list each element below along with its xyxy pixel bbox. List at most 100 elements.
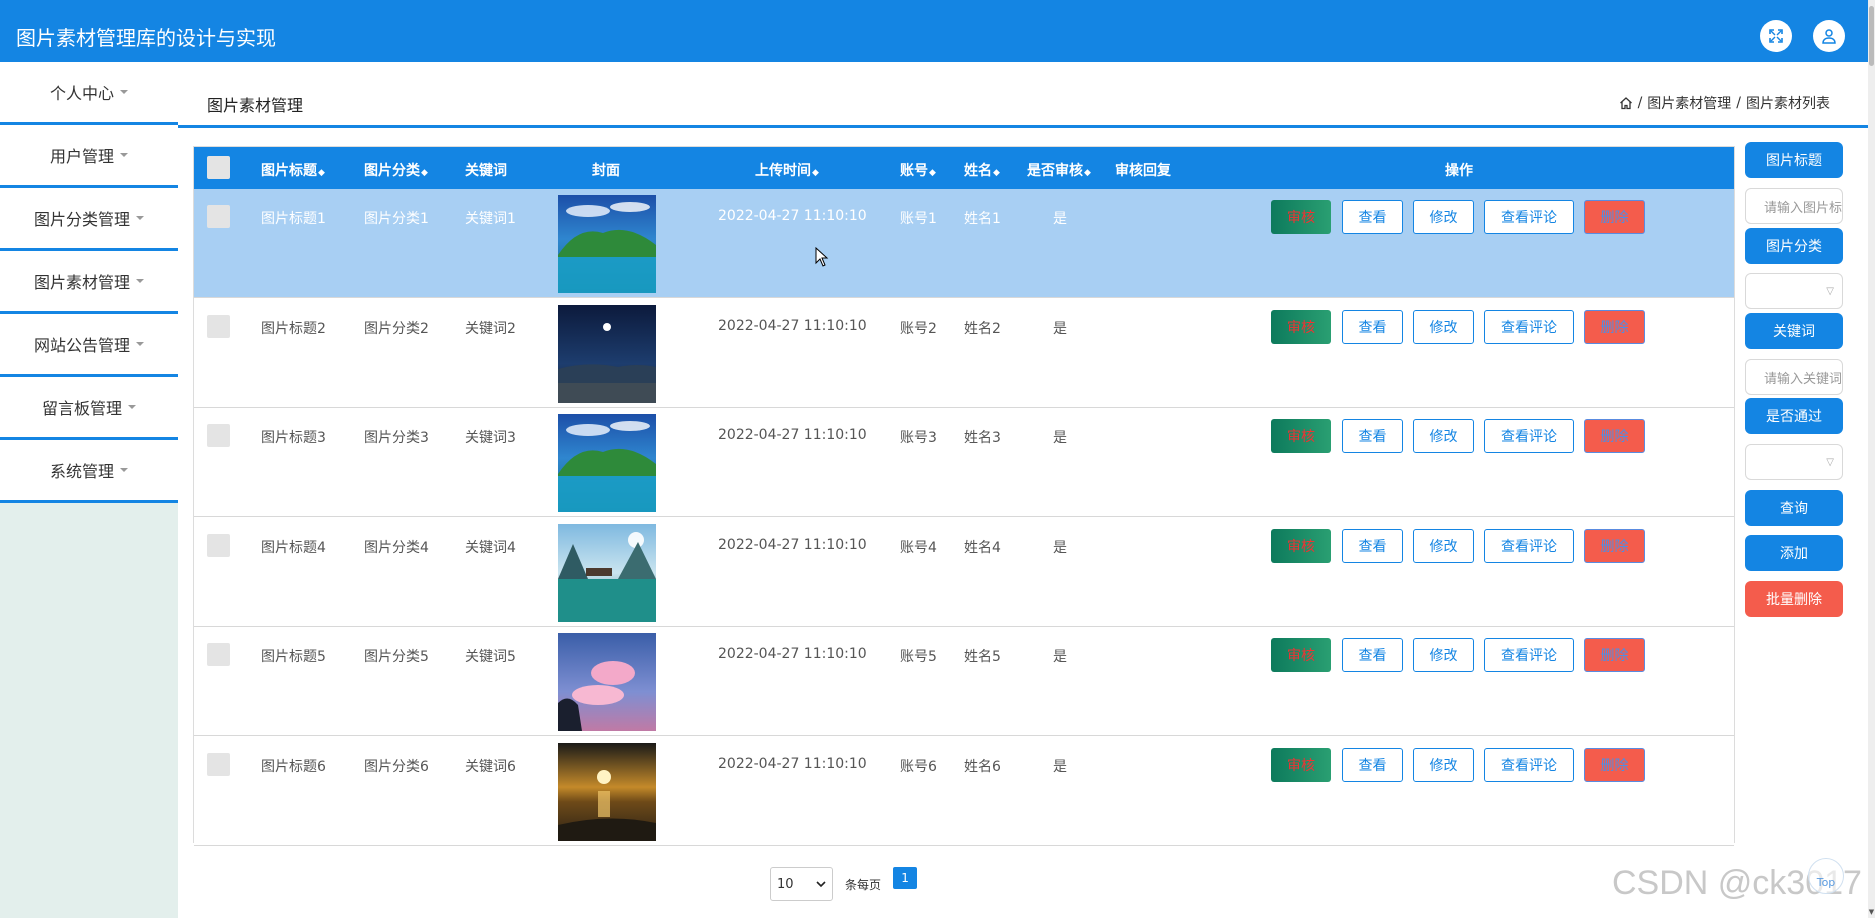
sort-icon: ◆ (1084, 168, 1091, 178)
column-header-title[interactable]: 图片标题◆ (261, 160, 325, 180)
audit-button[interactable]: 审核 (1271, 747, 1331, 782)
user-avatar-button[interactable] (1813, 20, 1845, 52)
select-all-checkbox[interactable] (207, 156, 230, 179)
breadcrumb-item[interactable]: 图片素材管理 (1647, 93, 1731, 113)
cell-category: 图片分类6 (364, 758, 429, 775)
sidebar-item-message-board[interactable]: 留言板管理 (0, 377, 178, 440)
delete-button[interactable]: 删除 (1584, 747, 1645, 782)
cover-image[interactable] (558, 523, 656, 622)
cell-category: 图片分类2 (364, 320, 429, 337)
page-scrollbar[interactable]: ▼ (1868, 0, 1875, 918)
view-comments-button[interactable]: 查看评论 (1484, 747, 1574, 782)
mouse-cursor-icon (815, 247, 829, 267)
audit-button[interactable]: 审核 (1271, 528, 1331, 563)
keyword-filter-label: 关键词 (1745, 313, 1843, 349)
sidebar-item-announcement-management[interactable]: 网站公告管理 (0, 314, 178, 377)
row-checkbox[interactable] (207, 205, 230, 228)
view-button[interactable]: 查看 (1342, 638, 1403, 672)
sidebar-item-category-management[interactable]: 图片分类管理 (0, 188, 178, 251)
back-to-top-button[interactable]: Top (1808, 858, 1844, 894)
cover-image[interactable] (558, 633, 656, 731)
breadcrumb-item: 图片素材列表 (1746, 96, 1830, 112)
cell-account: 账号4 (900, 539, 937, 556)
column-header-category[interactable]: 图片分类◆ (364, 160, 428, 180)
delete-button[interactable]: 删除 (1584, 419, 1645, 453)
edit-button[interactable]: 修改 (1413, 528, 1474, 563)
cover-image[interactable] (558, 195, 656, 293)
delete-button[interactable]: 删除 (1584, 528, 1645, 563)
cell-name: 姓名2 (964, 320, 1001, 337)
view-comments-button[interactable]: 查看评论 (1484, 200, 1574, 234)
row-checkbox[interactable] (207, 424, 230, 447)
breadcrumb-separator: / (1637, 95, 1643, 111)
cell-category: 图片分类4 (364, 539, 429, 556)
page-number-current[interactable]: 1 (893, 867, 918, 889)
delete-button[interactable]: 删除 (1584, 638, 1645, 672)
page-size-value: 10 (777, 876, 794, 892)
cell-upload-time: 2022-04-27 11:10:10 (718, 646, 867, 662)
chevron-down-icon (816, 881, 826, 888)
row-checkbox[interactable] (207, 752, 230, 776)
edit-button[interactable]: 修改 (1413, 309, 1474, 344)
column-header-audited[interactable]: 是否审核◆ (1027, 160, 1091, 180)
edit-button[interactable]: 修改 (1413, 638, 1474, 672)
table-row[interactable]: 图片标题3 图片分类3 关键词3 2022-04-27 11:10:10 账号3 姓名3 是… (194, 408, 1734, 517)
view-comments-button[interactable]: 查看评论 (1484, 309, 1574, 344)
table-row[interactable]: 图片标题5 图片分类5 关键词5 2022-04-27 11:10:10 账号5 姓名5 是… (194, 627, 1734, 736)
keyword-search-input[interactable]: 请输入关键词 (1745, 359, 1843, 395)
column-header-cover: 封面 (592, 163, 620, 179)
view-button[interactable]: 查看 (1342, 419, 1403, 453)
view-button[interactable]: 查看 (1342, 528, 1403, 563)
passed-select[interactable]: ▽ (1745, 444, 1843, 480)
caret-down-icon (136, 342, 144, 346)
view-comments-button[interactable]: 查看评论 (1484, 419, 1574, 453)
cell-name: 姓名4 (964, 539, 1001, 556)
delete-button[interactable]: 删除 (1584, 200, 1645, 234)
row-checkbox[interactable] (207, 533, 230, 557)
view-comments-button[interactable]: 查看评论 (1484, 528, 1574, 563)
batch-delete-button[interactable]: 批量删除 (1745, 581, 1843, 617)
view-comments-button[interactable]: 查看评论 (1484, 638, 1574, 672)
scroll-down-icon[interactable]: ▼ (1868, 908, 1875, 916)
cell-audited: 是 (1053, 539, 1067, 556)
view-button[interactable]: 查看 (1342, 309, 1403, 344)
view-button[interactable]: 查看 (1342, 747, 1403, 782)
view-button[interactable]: 查看 (1342, 200, 1403, 234)
table-row[interactable]: 图片标题4 图片分类4 关键词4 2022-04-27 11:10:10 账号4 姓名4 是… (194, 517, 1734, 627)
table-row[interactable]: 图片标题6 图片分类6 关键词6 2022-04-27 11:10:10 账号6 姓名6 是… (194, 736, 1734, 846)
column-header-account[interactable]: 账号◆ (900, 160, 936, 180)
query-button[interactable]: 查询 (1745, 490, 1843, 526)
cell-keyword: 关键词6 (465, 758, 516, 775)
edit-button[interactable]: 修改 (1413, 747, 1474, 782)
audit-button[interactable]: 审核 (1271, 200, 1331, 234)
column-header-upload-time[interactable]: 上传时间◆ (755, 160, 819, 180)
edit-button[interactable]: 修改 (1413, 419, 1474, 453)
add-button[interactable]: 添加 (1745, 535, 1843, 571)
page-size-select[interactable]: 10 (770, 867, 833, 901)
audit-button[interactable]: 审核 (1271, 419, 1331, 453)
cover-image[interactable] (558, 414, 656, 512)
sidebar-item-system-management[interactable]: 系统管理 (0, 440, 178, 503)
title-search-input[interactable]: 请输入图片标题 (1745, 188, 1843, 224)
fullscreen-button[interactable] (1760, 20, 1792, 52)
cell-name: 姓名6 (964, 758, 1001, 775)
table-row[interactable]: 图片标题2 图片分类2 关键词2 2022-04-27 11:10:10 账号2 姓名2 是… (194, 298, 1734, 408)
cover-image[interactable] (558, 742, 656, 841)
cover-image[interactable] (558, 304, 656, 403)
home-icon[interactable] (1619, 96, 1633, 110)
edit-button[interactable]: 修改 (1413, 200, 1474, 234)
column-header-name[interactable]: 姓名◆ (964, 160, 1000, 180)
delete-button[interactable]: 删除 (1584, 309, 1645, 344)
scrollbar-thumb[interactable] (1869, 6, 1874, 66)
row-checkbox[interactable] (207, 314, 230, 338)
row-checkbox[interactable] (207, 643, 230, 666)
sidebar-item-personal-center[interactable]: 个人中心 (0, 62, 178, 125)
sidebar-item-material-management[interactable]: 图片素材管理 (0, 251, 178, 314)
table-row[interactable]: 图片标题1 图片分类1 关键词1 2022-04-27 11:10:10 账号1 姓名1 是… (194, 189, 1734, 298)
audit-button[interactable]: 审核 (1271, 309, 1331, 344)
cell-upload-time: 2022-04-27 11:10:10 (718, 427, 867, 443)
category-select[interactable]: ▽ (1745, 273, 1843, 309)
audit-button[interactable]: 审核 (1271, 638, 1331, 672)
sidebar-item-user-management[interactable]: 用户管理 (0, 125, 178, 188)
cell-audited: 是 (1053, 211, 1067, 227)
